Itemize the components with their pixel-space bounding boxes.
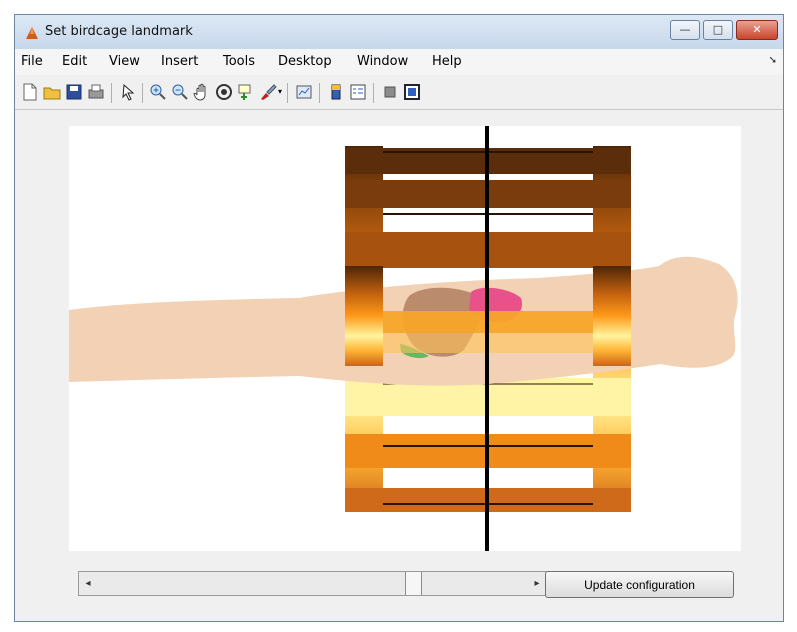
close-icon: ✕ (752, 23, 762, 36)
figure-content: ◂ ▸ Update configuration (15, 110, 783, 621)
menu-file[interactable]: File (21, 54, 43, 69)
toolbar-separator (287, 83, 288, 103)
window-title: Set birdcage landmark (45, 24, 193, 39)
toolbar-separator (142, 83, 143, 103)
coil-front-column (345, 266, 383, 366)
colorbar-icon[interactable] (327, 83, 345, 101)
landmark-slider[interactable]: ◂ ▸ (78, 571, 547, 596)
figure-window: Set birdcage landmark — □ ✕ File Edit Vi… (14, 14, 784, 622)
scroll-right-arrow-icon[interactable]: ▸ (528, 572, 546, 595)
minimize-icon: — (679, 23, 691, 36)
update-configuration-button[interactable]: Update configuration (545, 571, 734, 598)
plot-axes[interactable] (69, 126, 741, 551)
link-plot-icon[interactable] (295, 83, 313, 101)
coil-front-column (593, 266, 631, 366)
data-cursor-icon[interactable] (237, 83, 255, 101)
scroll-left-arrow-icon[interactable]: ◂ (79, 572, 97, 595)
pan-icon[interactable] (193, 83, 211, 101)
menu-window[interactable]: Window (357, 54, 408, 69)
minimize-button[interactable]: — (670, 20, 700, 40)
matlab-icon (26, 27, 38, 39)
dock-arrow-icon[interactable]: ➘ (769, 55, 777, 66)
menu-tools[interactable]: Tools (223, 54, 255, 69)
new-figure-icon[interactable] (21, 83, 39, 101)
pointer-icon[interactable] (119, 83, 137, 101)
hide-plot-tools-icon[interactable] (381, 83, 399, 101)
maximize-icon: □ (712, 23, 724, 36)
menu-help[interactable]: Help (432, 54, 462, 69)
toolbar-separator (319, 83, 320, 103)
slider-thumb[interactable] (405, 572, 422, 595)
brush-icon[interactable] (259, 83, 277, 101)
toolbar-separator (373, 83, 374, 103)
toolbar: ▾ (15, 75, 783, 110)
brush-dropdown-icon[interactable]: ▾ (278, 87, 282, 96)
open-file-icon[interactable] (43, 83, 61, 101)
menu-desktop[interactable]: Desktop (278, 54, 332, 69)
maximize-button[interactable]: □ (703, 20, 733, 40)
menu-view[interactable]: View (109, 54, 140, 69)
print-icon[interactable] (87, 83, 105, 101)
zoom-out-icon[interactable] (171, 83, 189, 101)
save-icon[interactable] (65, 83, 83, 101)
menu-edit[interactable]: Edit (62, 54, 87, 69)
toolbar-separator (111, 83, 112, 103)
title-bar[interactable]: Set birdcage landmark — □ ✕ (15, 15, 783, 49)
legend-icon[interactable] (349, 83, 367, 101)
zoom-in-icon[interactable] (149, 83, 167, 101)
show-plot-tools-icon[interactable] (403, 83, 421, 101)
menu-insert[interactable]: Insert (161, 54, 198, 69)
birdcage-scene (69, 126, 738, 551)
close-button[interactable]: ✕ (736, 20, 778, 40)
rotate-3d-icon[interactable] (215, 83, 233, 101)
menu-bar: File Edit View Insert Tools Desktop Wind… (15, 49, 783, 75)
